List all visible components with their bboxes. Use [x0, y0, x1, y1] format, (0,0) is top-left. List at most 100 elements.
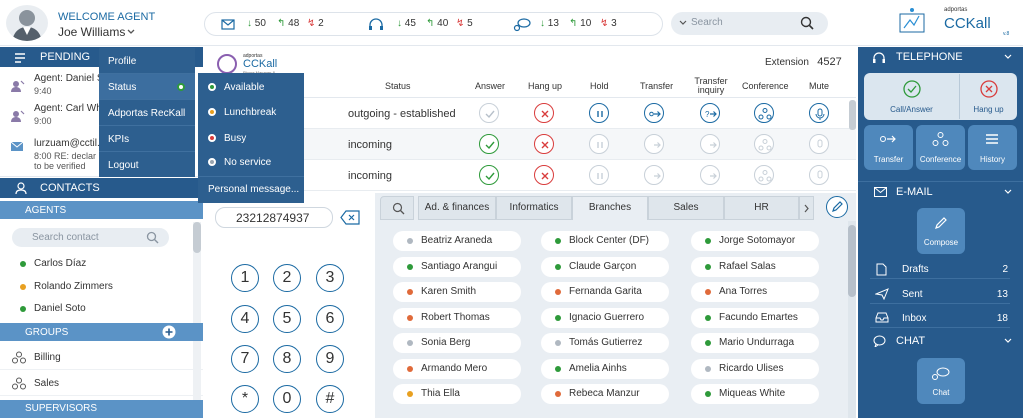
email-header[interactable]: E-MAIL — [858, 181, 1023, 201]
tab-branches[interactable]: Branches — [572, 196, 648, 220]
dial-key-9[interactable]: 9 — [316, 345, 344, 373]
answer-button[interactable] — [479, 165, 499, 185]
dial-key-2[interactable]: 2 — [273, 264, 301, 292]
sent-row[interactable]: Sent 13 — [870, 284, 1010, 304]
telephone-header[interactable]: TELEPHONE — [858, 47, 1023, 67]
directory-contact[interactable]: Ricardo Ulises — [691, 358, 819, 379]
search-input[interactable]: Search — [691, 17, 723, 28]
dial-key-star[interactable]: * — [231, 385, 259, 413]
directory-contact[interactable]: Mario Undurraga — [691, 333, 819, 353]
dial-key-hash[interactable]: # — [316, 385, 344, 413]
contact-search-input[interactable]: Search contact — [32, 232, 99, 243]
transfer-button[interactable] — [644, 165, 664, 185]
mute-button[interactable] — [809, 165, 829, 185]
hold-button[interactable] — [589, 165, 609, 185]
tab-ad-finances[interactable]: Ad. & finances — [418, 196, 496, 220]
tabs-scroll-right[interactable] — [799, 196, 814, 220]
transfer-inquiry-button[interactable] — [700, 134, 720, 154]
tab-sales[interactable]: Sales — [648, 196, 724, 220]
transfer-button[interactable]: Transfer — [864, 125, 913, 170]
dial-key-6[interactable]: 6 — [316, 305, 344, 333]
hangup-button[interactable] — [534, 134, 554, 154]
edit-button[interactable] — [826, 196, 848, 218]
tab-informatics[interactable]: Informatics — [496, 196, 572, 220]
dial-key-7[interactable]: 7 — [231, 345, 259, 373]
backspace-icon[interactable] — [340, 210, 360, 225]
add-group-icon[interactable] — [162, 325, 176, 339]
directory-contact[interactable]: Rebeca Manzur — [541, 384, 669, 404]
directory-contact[interactable]: Thia Ella — [393, 384, 521, 404]
status-option[interactable]: No service — [198, 150, 304, 175]
chat-header[interactable]: CHAT — [858, 331, 1023, 351]
status-option[interactable]: Lunchbreak — [198, 100, 304, 125]
right-panel-scrollbar[interactable] — [849, 100, 856, 130]
hangup-button[interactable] — [534, 165, 554, 185]
global-search[interactable]: Search — [671, 12, 828, 35]
dial-key-4[interactable]: 4 — [231, 305, 259, 333]
directory-contact[interactable]: Amelia Ainhs — [541, 358, 669, 379]
answer-button[interactable] — [479, 103, 499, 123]
directory-contact[interactable]: Facundo Emartes — [691, 307, 819, 328]
transfer-button[interactable] — [644, 134, 664, 154]
hold-button[interactable] — [589, 103, 609, 123]
transfer-inquiry-button[interactable] — [700, 165, 720, 185]
hangup-button[interactable]: Hang up — [959, 74, 1016, 119]
group-row[interactable]: Sales — [0, 371, 203, 396]
directory-contact[interactable]: Miqueas White — [691, 384, 819, 404]
transfer-inquiry-button[interactable]: ? — [700, 103, 720, 123]
chevron-down-icon[interactable] — [127, 29, 135, 35]
directory-search-button[interactable] — [380, 196, 414, 220]
chat-button[interactable]: Chat — [917, 358, 965, 404]
directory-contact[interactable]: Jorge Sotomayor — [691, 231, 819, 251]
directory-contact[interactable]: Armando Mero — [393, 358, 521, 379]
chevron-down-icon[interactable] — [1004, 189, 1012, 195]
transfer-button[interactable] — [644, 103, 664, 123]
menu-logout[interactable]: Logout — [99, 152, 195, 178]
supervisors-header[interactable]: SUPERVISORS — [0, 400, 203, 418]
agent-avatar[interactable] — [6, 5, 48, 41]
agent-row[interactable]: Daniel Soto — [0, 298, 190, 320]
directory-scrollbar-thumb[interactable] — [848, 225, 856, 297]
search-icon[interactable] — [800, 16, 814, 30]
mute-button[interactable] — [809, 103, 829, 123]
agent-row[interactable]: Carlos Díaz — [0, 253, 190, 275]
group-row[interactable]: Billing — [0, 345, 203, 370]
chevron-down-icon[interactable] — [1004, 338, 1012, 344]
directory-contact[interactable]: Tomás Gutierrez — [541, 333, 669, 353]
dial-key-8[interactable]: 8 — [273, 345, 301, 373]
directory-contact[interactable]: Rafael Salas — [691, 256, 819, 277]
agents-header[interactable]: AGENTS — [0, 201, 203, 219]
conference-button[interactable] — [754, 134, 774, 154]
conference-button[interactable]: Conference — [916, 125, 965, 170]
directory-contact[interactable]: Santiago Arangui — [393, 256, 521, 277]
directory-contact[interactable]: Fernanda Garita — [541, 282, 669, 302]
history-button[interactable]: History — [968, 125, 1017, 170]
status-option[interactable]: Available — [198, 75, 304, 100]
call-answer-button[interactable]: Call/Answer — [865, 74, 958, 119]
hangup-button[interactable] — [534, 103, 554, 123]
dial-key-5[interactable]: 5 — [273, 305, 301, 333]
drafts-row[interactable]: Drafts 2 — [870, 259, 1010, 279]
conference-button[interactable] — [754, 103, 774, 123]
compose-button[interactable]: Compose — [917, 208, 965, 254]
contacts-scrollbar-thumb[interactable] — [193, 222, 201, 253]
contacts-header[interactable]: CONTACTS — [0, 178, 203, 198]
mute-button[interactable] — [809, 134, 829, 154]
directory-contact[interactable]: Block Center (DF) — [541, 231, 669, 251]
personal-message-option[interactable]: Personal message... — [198, 176, 304, 201]
contact-search[interactable]: Search contact — [12, 228, 169, 247]
groups-header[interactable]: GROUPS — [0, 323, 203, 341]
directory-contact[interactable]: Karen Smith — [393, 282, 521, 302]
directory-contact[interactable]: Ana Torres — [691, 282, 819, 302]
menu-status[interactable]: Status — [99, 74, 195, 100]
answer-button[interactable] — [479, 134, 499, 154]
agent-name[interactable]: Joe Williams — [58, 25, 125, 39]
hold-button[interactable] — [589, 134, 609, 154]
inbox-row[interactable]: Inbox 18 — [870, 308, 1010, 328]
status-option[interactable]: Busy — [198, 126, 304, 151]
tab-hr[interactable]: HR — [724, 196, 799, 220]
menu-profile[interactable]: Profile — [99, 48, 195, 74]
search-icon[interactable] — [146, 231, 159, 244]
dial-key-3[interactable]: 3 — [316, 264, 344, 292]
dial-key-0[interactable]: 0 — [273, 385, 301, 413]
